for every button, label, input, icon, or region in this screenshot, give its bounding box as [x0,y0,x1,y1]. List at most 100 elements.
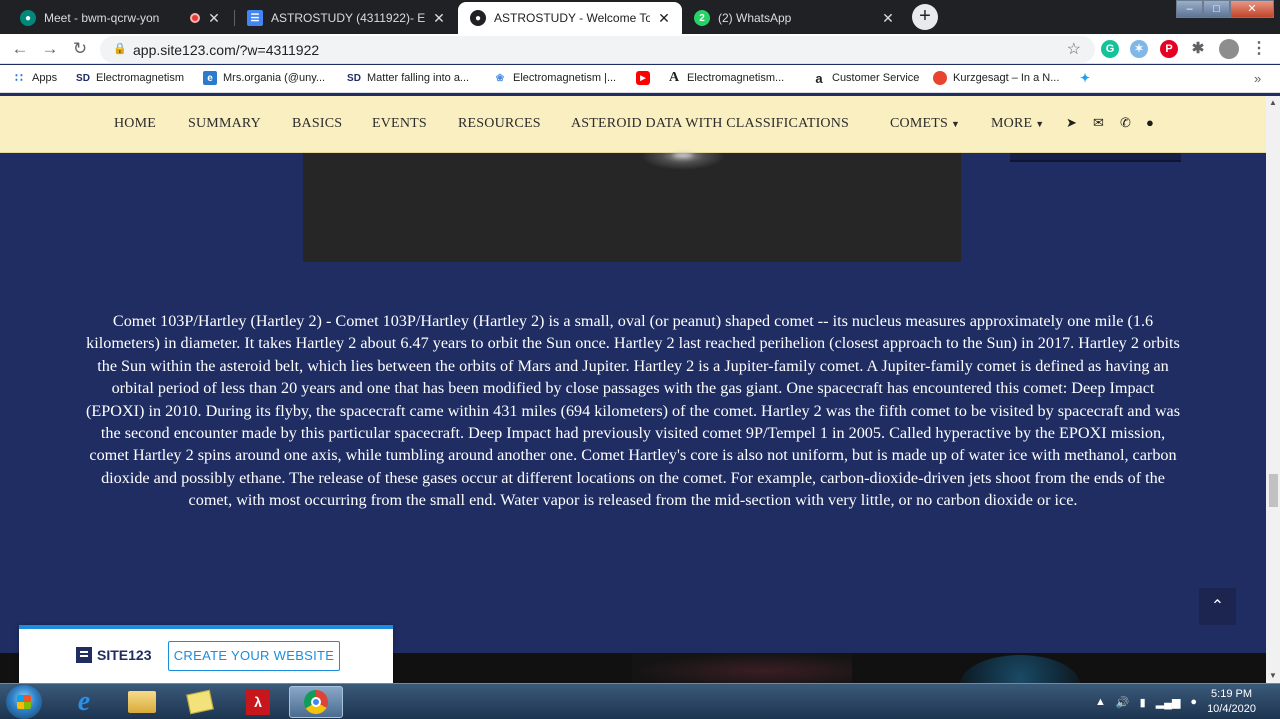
grammarly-icon[interactable]: G [1101,40,1119,58]
tab-title: Meet - bwm-qcrw-yon [44,11,160,25]
nav-comets[interactable]: COMETS ▼ [890,116,960,132]
start-button[interactable] [6,685,42,719]
font-a-icon: A [668,70,680,85]
tab-whatsapp[interactable]: 2 (2) WhatsApp ✕ [682,2,906,34]
address-bar[interactable]: 🔒 app.site123.com/?w=4311922 ☆ [100,36,1095,63]
whatsapp-icon: 2 [694,10,710,26]
nav-asteroid-data[interactable]: ASTEROID DATA WITH CLASSIFICATIONS [571,116,849,132]
battery-icon[interactable]: ▮ [1140,696,1146,709]
file-explorer-icon[interactable] [115,686,169,718]
user-icon[interactable]: ● [1146,115,1154,130]
tab-editor[interactable]: ☰ ASTROSTUDY (4311922)- Editor ✕ [235,2,457,34]
network-globe-icon[interactable]: ● [1190,696,1197,708]
extension-icon[interactable]: ✶ [1130,40,1148,58]
tab-astrostudy[interactable]: ● ASTROSTUDY - Welcome To ✕ [458,2,682,34]
sticky-notes-icon[interactable] [173,686,227,718]
caret-down-icon: ▼ [1035,119,1045,129]
tab-title: ASTROSTUDY (4311922)- Editor [271,11,425,25]
back-arrow-icon[interactable]: ← [10,39,30,59]
close-icon[interactable]: ✕ [656,10,672,27]
clock[interactable]: 5:19 PM 10/4/2020 [1207,687,1256,717]
puzzle-icon[interactable]: ✱ [1189,40,1207,58]
maximize-button[interactable]: □ [1203,0,1230,18]
youtube-icon: ▶ [636,71,650,85]
nav-basics[interactable]: BASICS [292,116,342,132]
window-controls: – □ ✕ [1176,0,1274,18]
forward-arrow-icon[interactable]: → [40,39,60,59]
bookmarks-bar: ∷ Apps SD Electromagnetism e Mrs.organia… [0,65,1280,93]
bookmark-star-icon[interactable]: ☆ [1067,39,1081,59]
close-icon[interactable]: ✕ [431,10,447,27]
reload-icon[interactable]: ↻ [70,39,90,59]
acrobat-reader-icon[interactable]: λ [231,686,285,718]
edmodo-icon: e [203,71,217,85]
nav-events[interactable]: EVENTS [372,116,427,132]
url-text: app.site123.com/?w=4311922 [133,42,320,58]
new-tab-button[interactable]: + [912,4,938,30]
avatar[interactable] [1219,39,1239,59]
internet-explorer-icon[interactable]: e [57,686,111,718]
volume-icon[interactable]: 🔊 [1116,696,1130,709]
scroll-up-arrow-icon[interactable]: ▲ [1266,96,1280,110]
dropdown-panel-edge [1010,153,1181,162]
bookmark-youtube[interactable]: ▶ [636,71,656,85]
phone-icon[interactable]: ✆ [1120,115,1131,131]
menu-kebab-icon[interactable]: ⋮ [1250,40,1268,58]
tab-title: (2) WhatsApp [718,11,792,25]
system-tray: ▲ 🔊 ▮ ▂▄▆ ● 5:19 PM 10/4/2020 [1095,684,1280,719]
site123-badge: SITE123 CREATE YOUR WEBSITE [19,625,393,683]
show-hidden-icons[interactable]: ▲ [1095,696,1106,708]
close-window-button[interactable]: ✕ [1230,0,1274,18]
sd-icon: SD [347,72,361,84]
bookmark-item[interactable]: A Electromagnetism... [667,70,784,85]
minimize-button[interactable]: – [1176,0,1203,18]
nav-summary[interactable]: SUMMARY [188,116,261,132]
recording-icon [190,13,200,23]
site123-logo[interactable]: SITE123 [76,647,151,663]
nav-home[interactable]: HOME [114,116,156,132]
location-arrow-icon[interactable]: ➤ [1066,115,1077,131]
bookmark-item[interactable]: SD Electromagnetism [76,71,184,85]
close-icon[interactable]: ✕ [206,10,222,27]
taskbar: e λ ▲ 🔊 ▮ ▂▄▆ ● 5:19 PM 10/4/2020 [0,683,1280,719]
close-icon[interactable]: ✕ [880,10,896,27]
nav-resources[interactable]: RESOURCES [458,116,541,132]
bookmark-twitter[interactable]: ✦ [1078,71,1098,85]
scroll-to-top-button[interactable]: ⌃ [1199,588,1236,625]
main-content: Comet 103P/Hartley (Hartley 2) - Comet 1… [0,153,1266,653]
tab-meet[interactable]: ● Meet - bwm-qcrw-yon ✕ [8,2,232,34]
sd-icon: SD [76,72,90,84]
scroll-down-arrow-icon[interactable]: ▼ [1266,669,1280,683]
twitter-icon: ✦ [1079,71,1091,85]
create-website-button[interactable]: CREATE YOUR WEBSITE [168,641,340,671]
bookmark-apps[interactable]: ∷ Apps [12,71,57,85]
tab-title: ASTROSTUDY - Welcome To [494,11,650,25]
bookmark-item[interactable]: ❀ Electromagnetism |... [493,71,616,85]
amazon-icon: a [815,70,823,86]
bookmark-item[interactable]: Kurzgesagt – In a N... [933,71,1059,85]
browser-toolbar: ← → ↻ 🔒 app.site123.com/?w=4311922 ☆ G ✶… [0,34,1280,64]
site-navigation: HOME SUMMARY BASICS EVENTS RESOURCES AST… [0,96,1266,153]
site123-mark-icon [76,647,92,663]
chrome-icon[interactable] [289,686,343,718]
meet-icon: ● [20,10,36,26]
kurzgesagt-icon [933,71,947,85]
signal-icon[interactable]: ▂▄▆ [1156,696,1181,709]
scrollbar-thumb[interactable] [1269,474,1278,507]
page-scrollbar[interactable]: ▲ ▼ [1266,96,1280,683]
envelope-icon[interactable]: ✉ [1093,115,1104,131]
nav-more[interactable]: MORE ▼ [991,116,1044,132]
bookmark-item[interactable]: SD Matter falling into a... [347,71,469,85]
lock-icon: 🔒 [113,43,127,55]
docs-icon: ☰ [247,10,263,26]
bookmark-item[interactable]: e Mrs.organia (@uny... [203,71,325,85]
pinterest-icon[interactable]: P [1160,40,1178,58]
caret-down-icon: ▼ [951,119,961,129]
bookmark-item[interactable]: a Customer Service [812,70,919,86]
article-text: Comet 103P/Hartley (Hartley 2) - Comet 1… [86,312,1180,510]
comet-image [303,153,961,262]
browser-tab-strip: ● Meet - bwm-qcrw-yon ✕ ☰ ASTROSTUDY (43… [0,0,1280,34]
figure-icon: ❀ [495,72,505,84]
bookmarks-overflow-icon[interactable]: » [1254,71,1261,86]
alien-icon: ● [470,10,486,26]
